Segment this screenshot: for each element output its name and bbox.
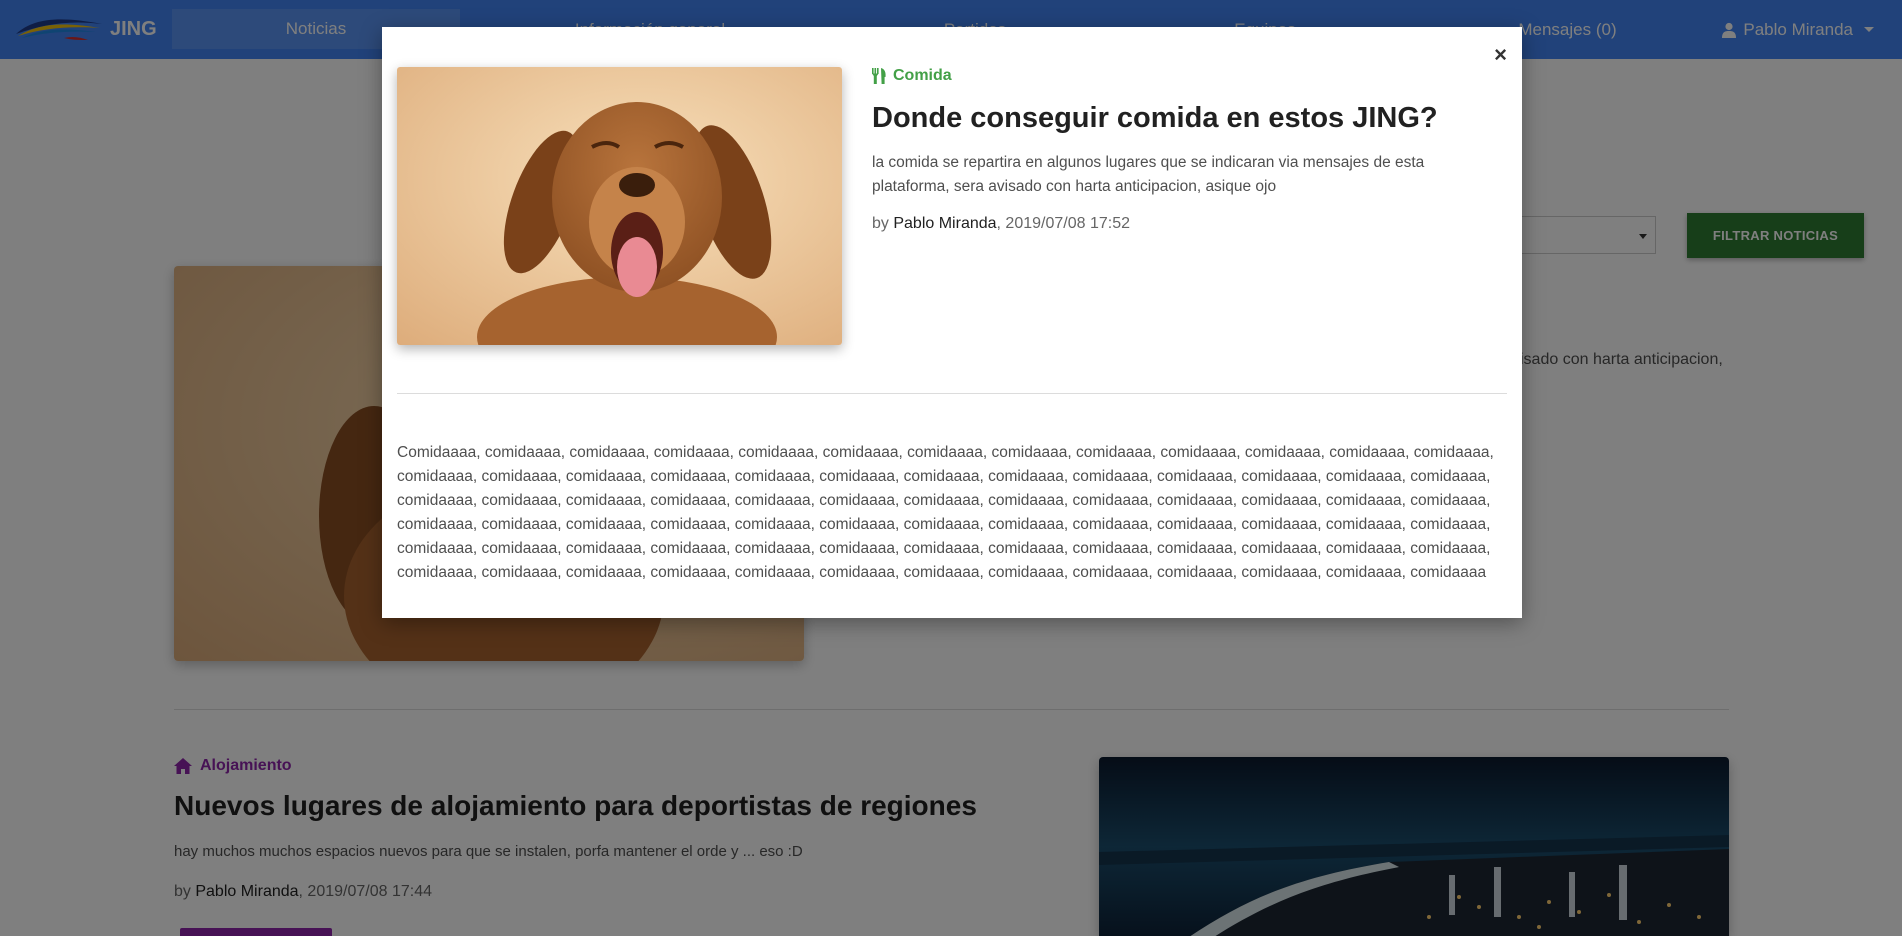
yawning-puppy-image [397,67,842,345]
utensils-icon [872,68,886,84]
byline-prefix: by [872,215,889,232]
modal-image [397,67,842,345]
modal-byline: by Pablo Miranda, 2019/07/08 17:52 [872,215,1130,233]
news-modal: × Comida Donde conseguir comida en estos… [382,27,1522,618]
author-name: Pablo Miranda [893,215,997,232]
modal-summary: la comida se repartira en algunos lugare… [872,154,1425,195]
modal-divider [397,393,1507,394]
modal-body-text: Comidaaaa, comidaaaa, comidaaaa, comidaa… [397,444,1494,581]
modal-title: Donde conseguir comida en estos JING? [872,102,1438,134]
close-button[interactable]: × [1494,44,1507,66]
category-comida: Comida [872,67,952,85]
article-date: , 2019/07/08 17:52 [996,215,1130,232]
category-label: Comida [893,67,952,84]
